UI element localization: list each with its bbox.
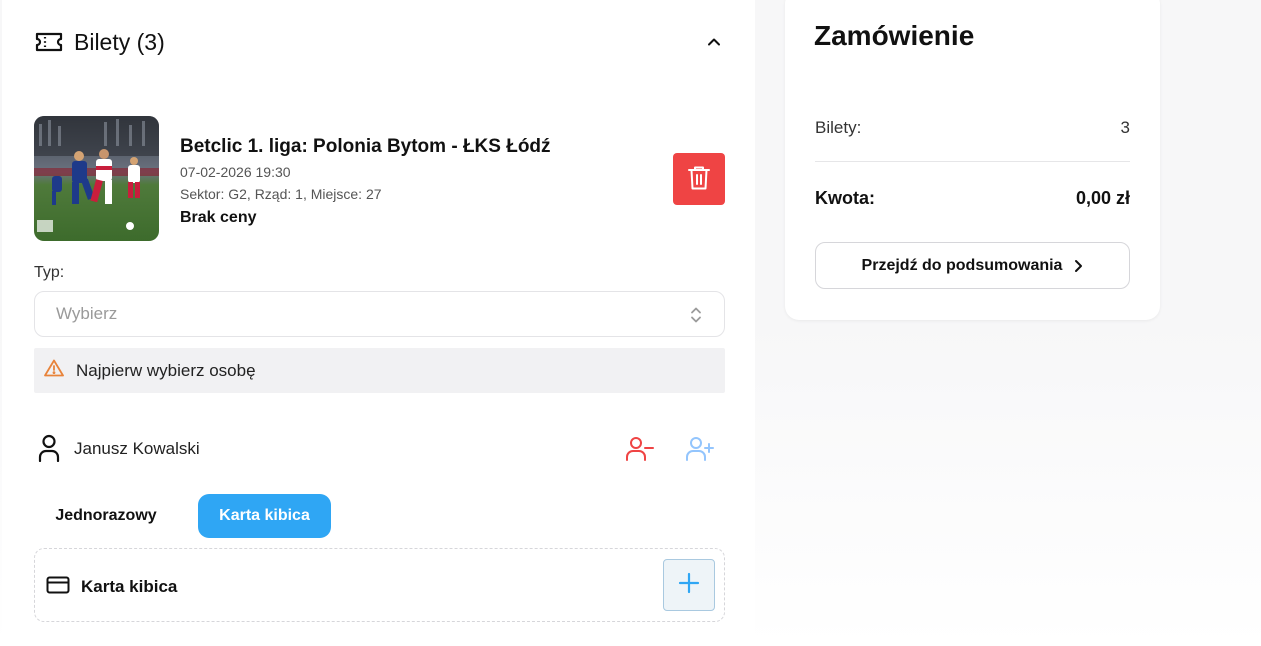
amount-value: 0,00 zł <box>1075 188 1130 208</box>
user-icon <box>38 434 60 467</box>
event-seat: Sektor: G2, Rząd: 1, Miejsce: 27 <box>180 186 382 202</box>
warning-message: Najpierw wybierz osobę <box>34 348 725 393</box>
type-select[interactable]: Wybierz <box>34 291 725 337</box>
remove-person-icon[interactable] <box>624 433 656 465</box>
order-summary-panel: Zamówienie Bilety: 3 Kwota: 0,00 zł Prze… <box>785 0 1160 320</box>
tab-single-use[interactable]: Jednorazowy <box>34 494 178 538</box>
chevron-updown-icon <box>690 306 702 329</box>
event-price: Brak ceny <box>180 209 257 226</box>
delete-ticket-button[interactable] <box>673 153 725 205</box>
fan-card-box: Karta kibica <box>34 548 725 622</box>
event-info: Betclic 1. liga: Polonia Bytom - ŁKS Łód… <box>180 134 551 230</box>
order-amount-row: Kwota: 0,00 zł <box>815 188 1130 212</box>
order-tickets-row: Bilety: 3 <box>815 116 1130 140</box>
amount-label: Kwota: <box>815 188 875 208</box>
go-to-summary-button[interactable]: Przejdź do podsumowania <box>815 242 1130 289</box>
warning-icon <box>44 359 64 382</box>
event-image <box>34 116 159 241</box>
add-person-icon[interactable] <box>684 433 716 465</box>
fan-card-label: Karta kibica <box>81 577 178 596</box>
credit-card-icon <box>46 576 70 599</box>
person-name: Janusz Kowalski <box>74 439 200 458</box>
ticket-icon <box>34 30 64 54</box>
type-select-placeholder: Wybierz <box>56 304 118 323</box>
event-title: Betclic 1. liga: Polonia Bytom - ŁKS Łód… <box>180 136 551 157</box>
tickets-section-title: Bilety (3) <box>74 28 165 55</box>
add-fan-card-button[interactable] <box>663 559 715 611</box>
plus-icon <box>678 572 700 599</box>
person-row: Janusz Kowalski <box>34 432 725 466</box>
warning-text: Najpierw wybierz osobę <box>76 360 256 380</box>
type-label: Typ: <box>34 264 65 281</box>
chevron-right-icon <box>1074 259 1083 273</box>
event-date: 07-02-2026 19:30 <box>180 164 291 180</box>
tickets-panel: Bilety (3) Betclic 1. liga: Polonia Byto… <box>2 0 755 646</box>
tickets-count-label: Bilety: <box>815 118 862 137</box>
tickets-header: Bilety (3) <box>34 24 726 60</box>
tab-fan-card[interactable]: Karta kibica <box>198 494 331 538</box>
order-title: Zamówienie <box>814 20 975 51</box>
trash-icon <box>687 165 711 194</box>
order-divider <box>815 161 1130 162</box>
tickets-count-value: 3 <box>1120 118 1130 137</box>
chevron-up-icon[interactable] <box>702 30 726 54</box>
summary-button-label: Przejdź do podsumowania <box>861 256 1063 274</box>
